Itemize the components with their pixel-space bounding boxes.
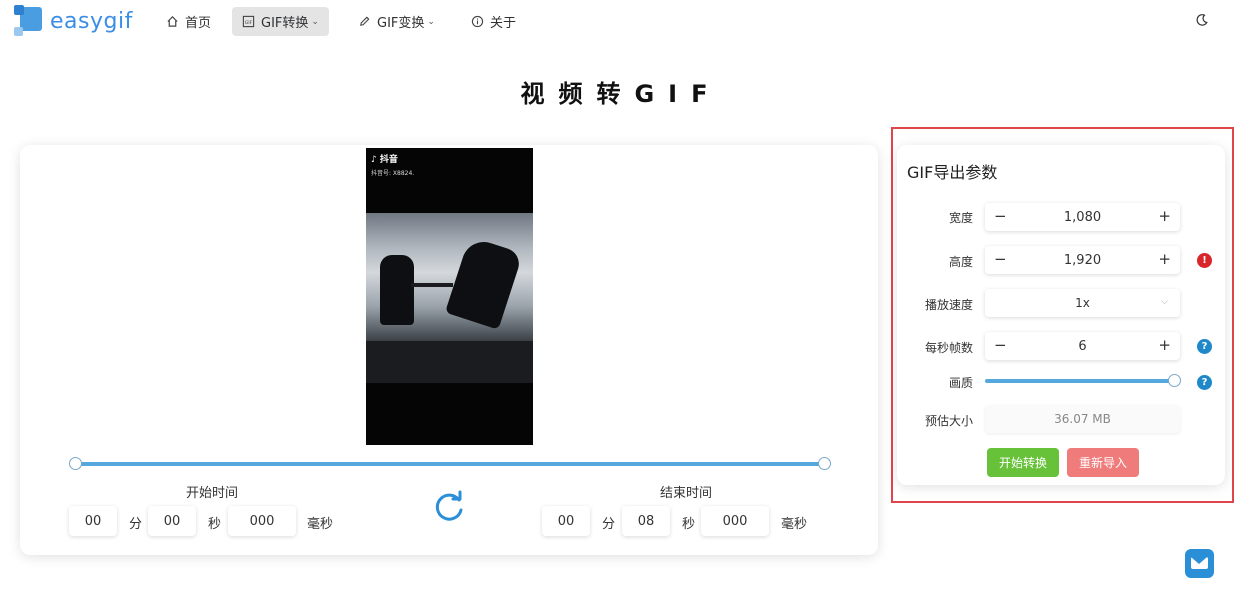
- fps-value: 6: [1078, 338, 1087, 354]
- logo-icon: [14, 5, 44, 37]
- width-label: 宽度: [948, 211, 973, 225]
- nav-item-label: 首页: [185, 16, 212, 31]
- message-button[interactable]: [1185, 549, 1214, 578]
- brand-name: easygif: [50, 8, 133, 34]
- width-increment-button[interactable]: +: [1158, 207, 1171, 225]
- nav-item-gif-transform[interactable]: GIF变换 ⌄: [348, 7, 445, 36]
- pencil-icon: [360, 16, 370, 26]
- video-frame: [366, 213, 533, 383]
- chevron-down-icon: ⌄: [311, 16, 319, 27]
- nav-item-about[interactable]: 关于: [461, 7, 526, 36]
- estimate-size-value: 36.07 MB: [985, 405, 1180, 433]
- unit-ms: 毫秒: [781, 517, 808, 532]
- video-watermark: ♪ 抖音: [371, 155, 398, 165]
- fps-increment-button[interactable]: +: [1158, 336, 1171, 354]
- unit-minutes: 分: [602, 517, 616, 532]
- video-preview[interactable]: ♪ 抖音 抖音号: X8824.: [366, 148, 533, 445]
- estimate-label: 预估大小: [924, 414, 973, 428]
- trim-start-handle[interactable]: [69, 457, 82, 470]
- height-value: 1,920: [1063, 252, 1102, 268]
- speed-select[interactable]: 1x ⌵: [985, 289, 1180, 317]
- video-card: ♪ 抖音 抖音号: X8824. 开始时间 00 分 00 秒 000 毫秒 结…: [20, 145, 878, 555]
- width-stepper[interactable]: − 1,080 +: [985, 203, 1180, 231]
- quality-label: 画质: [948, 376, 973, 390]
- refresh-icon[interactable]: [431, 490, 467, 526]
- fps-label: 每秒帧数: [924, 341, 973, 355]
- start-minutes-input[interactable]: 00: [69, 506, 117, 536]
- end-ms-input[interactable]: 000: [701, 506, 769, 536]
- page-title: 视频转GIF: [520, 80, 722, 108]
- export-panel: GIF导出参数 宽度 − 1,080 + 高度 − 1,920 + ! 播放速度…: [897, 145, 1225, 485]
- unit-ms: 毫秒: [307, 517, 334, 532]
- reimport-button[interactable]: 重新导入: [1067, 448, 1139, 477]
- svg-text:GIF: GIF: [245, 20, 253, 26]
- nav-item-gif-convert[interactable]: GIF GIF转换 ⌄: [232, 7, 329, 36]
- video-app-name: 抖音: [379, 155, 398, 165]
- help-icon[interactable]: ?: [1197, 375, 1212, 390]
- nav-item-label: GIF转换: [261, 16, 309, 31]
- end-time-label: 结束时间: [660, 486, 713, 501]
- end-seconds-input[interactable]: 08: [622, 506, 670, 536]
- end-minutes-input[interactable]: 00: [542, 506, 590, 536]
- unit-seconds: 秒: [682, 517, 696, 532]
- nav-item-label: 关于: [490, 16, 517, 31]
- top-nav: easygif 首页 GIF GIF转换 ⌄ GIF变换 ⌄ 关于: [0, 0, 1242, 44]
- unit-seconds: 秒: [208, 517, 222, 532]
- quality-slider-track[interactable]: [985, 379, 1173, 383]
- chevron-down-icon: ⌄: [427, 16, 435, 27]
- moon-icon[interactable]: [1195, 13, 1209, 27]
- chevron-down-icon: ⌵: [1161, 297, 1168, 307]
- info-icon: [471, 15, 484, 28]
- speed-value: 1x: [1075, 296, 1090, 310]
- gif-icon: GIF: [242, 15, 255, 28]
- logo[interactable]: easygif: [14, 5, 133, 37]
- help-icon[interactable]: ?: [1197, 339, 1212, 354]
- speed-label: 播放速度: [924, 298, 973, 312]
- fps-decrement-button[interactable]: −: [994, 336, 1007, 354]
- width-decrement-button[interactable]: −: [994, 207, 1007, 225]
- trim-end-handle[interactable]: [818, 457, 831, 470]
- export-panel-title: GIF导出参数: [907, 163, 998, 182]
- trim-slider-track[interactable]: [75, 462, 825, 466]
- start-ms-input[interactable]: 000: [228, 506, 296, 536]
- height-decrement-button[interactable]: −: [994, 250, 1007, 268]
- height-label: 高度: [948, 255, 973, 269]
- quality-slider-handle[interactable]: [1168, 374, 1181, 387]
- nav-item-label: GIF变换: [377, 16, 425, 31]
- home-icon: [167, 16, 178, 27]
- start-time-label: 开始时间: [186, 486, 239, 501]
- height-increment-button[interactable]: +: [1158, 250, 1171, 268]
- height-stepper[interactable]: − 1,920 +: [985, 246, 1180, 274]
- width-value: 1,080: [1063, 209, 1102, 225]
- start-seconds-input[interactable]: 00: [148, 506, 196, 536]
- video-account-id: 抖音号: X8824.: [371, 170, 415, 177]
- error-icon[interactable]: !: [1197, 253, 1212, 268]
- fps-stepper[interactable]: − 6 +: [985, 332, 1180, 360]
- unit-minutes: 分: [129, 517, 143, 532]
- nav-item-home[interactable]: 首页: [156, 7, 221, 36]
- start-convert-button[interactable]: 开始转换: [987, 448, 1059, 477]
